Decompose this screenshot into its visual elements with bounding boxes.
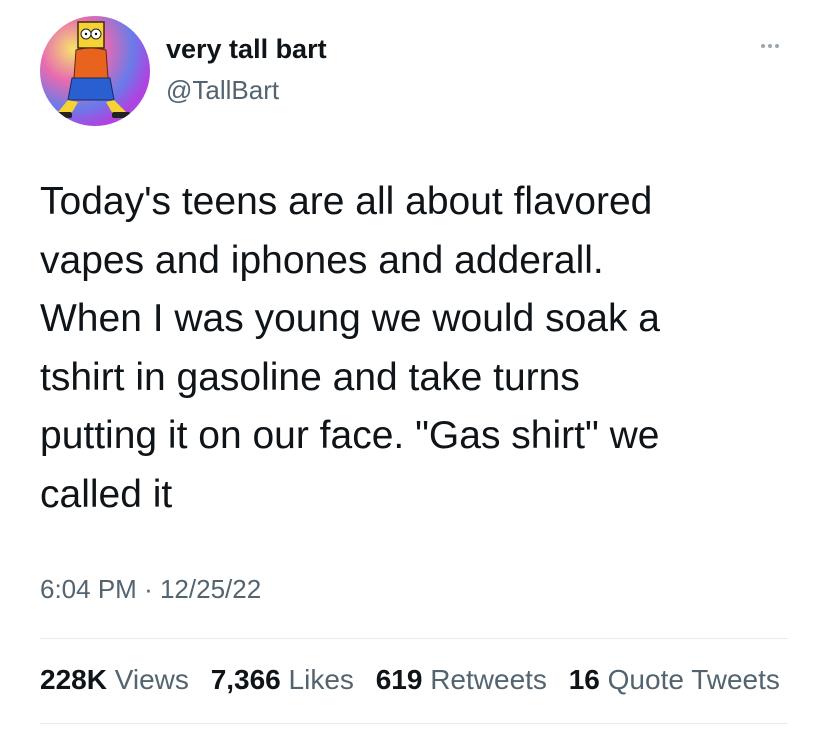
tweet-stats: 228K Views 7,366 Likes 619 Retweets 16 Q…: [40, 664, 794, 696]
display-name[interactable]: very tall bart: [166, 34, 327, 65]
tweet: very tall bart @TallBart Today's teens a…: [0, 0, 828, 729]
stat-likes[interactable]: 7,366 Likes: [211, 664, 354, 695]
stat-views[interactable]: 228K Views: [40, 664, 189, 695]
meta-separator: ·: [144, 574, 153, 604]
avatar-image: [54, 21, 130, 118]
more-horizontal-icon[interactable]: [750, 34, 790, 58]
tweet-timestamp[interactable]: 6:04 PM · 12/25/22: [40, 574, 261, 605]
stat-retweets[interactable]: 619 Retweets: [376, 664, 547, 695]
divider: [40, 638, 788, 639]
tweet-date: 12/25/22: [159, 574, 262, 604]
tweet-time: 6:04 PM: [40, 574, 137, 604]
user-handle[interactable]: @TallBart: [166, 75, 279, 106]
avatar[interactable]: [40, 16, 150, 126]
stat-quote-tweets[interactable]: 16 Quote Tweets: [569, 664, 780, 695]
divider: [40, 723, 788, 724]
tweet-text: Today's teens are all about flavored vap…: [40, 180, 661, 516]
